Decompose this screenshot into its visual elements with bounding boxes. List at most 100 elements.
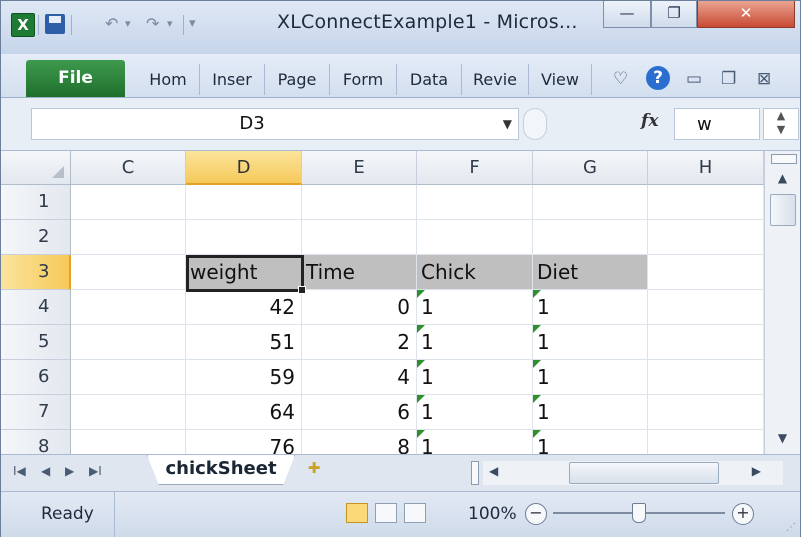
close-button[interactable]: ✕ bbox=[697, 1, 795, 28]
redo-icon[interactable]: ↷ bbox=[146, 13, 159, 35]
cell[interactable] bbox=[71, 220, 186, 255]
column-header-f[interactable]: F bbox=[417, 151, 533, 185]
minimize-ribbon-icon[interactable]: ♡ bbox=[613, 64, 628, 94]
tab-page-layout[interactable]: Page bbox=[265, 64, 330, 95]
customize-quick-access-icon[interactable]: ▾ bbox=[189, 13, 196, 35]
cell-weight[interactable]: 76 bbox=[186, 430, 302, 454]
header-cell-diet[interactable]: Diet bbox=[533, 255, 648, 290]
formula-bar-splitter[interactable] bbox=[523, 108, 547, 140]
formula-input[interactable]: w bbox=[674, 108, 760, 140]
undo-icon[interactable]: ↶ bbox=[105, 13, 118, 35]
cell-time[interactable]: 4 bbox=[302, 360, 417, 395]
cell[interactable] bbox=[71, 325, 186, 360]
cell[interactable] bbox=[533, 185, 648, 220]
zoom-out-icon[interactable]: − bbox=[525, 503, 547, 525]
tab-view[interactable]: View bbox=[529, 64, 592, 95]
column-header-c[interactable]: C bbox=[71, 151, 186, 185]
cell[interactable] bbox=[417, 220, 533, 255]
cell-chick[interactable]: 1 bbox=[417, 290, 533, 325]
cell[interactable] bbox=[186, 220, 302, 255]
tab-review[interactable]: Revie bbox=[462, 64, 529, 95]
row-header-6[interactable]: 6 bbox=[1, 360, 71, 395]
sheet-tab-active[interactable]: chickSheet bbox=[147, 455, 295, 485]
redo-dropdown-icon[interactable]: ▾ bbox=[167, 13, 173, 35]
row-header-5[interactable]: 5 bbox=[1, 325, 71, 360]
cell[interactable] bbox=[302, 185, 417, 220]
zoom-slider-thumb[interactable] bbox=[632, 503, 646, 523]
cell-time[interactable]: 8 bbox=[302, 430, 417, 454]
row-header-4[interactable]: 4 bbox=[1, 290, 71, 325]
tab-insert[interactable]: Inser bbox=[200, 64, 265, 95]
formula-bar-expand-icon[interactable]: ▲ ▼ bbox=[763, 108, 799, 140]
header-cell-chick[interactable]: Chick bbox=[417, 255, 533, 290]
row-header-1[interactable]: 1 bbox=[1, 185, 71, 220]
cell-diet[interactable]: 1 bbox=[533, 360, 648, 395]
cell[interactable] bbox=[648, 185, 764, 220]
cell-time[interactable]: 2 bbox=[302, 325, 417, 360]
cell[interactable] bbox=[648, 255, 764, 290]
split-box[interactable] bbox=[771, 154, 797, 164]
cell-weight[interactable]: 64 bbox=[186, 395, 302, 430]
page-layout-view-icon[interactable] bbox=[375, 503, 397, 523]
cell[interactable] bbox=[302, 220, 417, 255]
cell[interactable] bbox=[186, 185, 302, 220]
vertical-scroll-thumb[interactable] bbox=[770, 194, 796, 226]
tab-home[interactable]: Hom bbox=[137, 64, 200, 95]
scroll-right-icon[interactable]: ▶ bbox=[752, 464, 761, 478]
cell-time[interactable]: 6 bbox=[302, 395, 417, 430]
workbook-close-icon[interactable]: ⊠ bbox=[757, 64, 771, 94]
minimize-button[interactable]: — bbox=[603, 1, 651, 28]
cell[interactable] bbox=[648, 360, 764, 395]
cell[interactable] bbox=[71, 255, 186, 290]
cell[interactable] bbox=[71, 185, 186, 220]
restore-button[interactable]: ❐ bbox=[651, 1, 697, 28]
cell[interactable] bbox=[533, 220, 648, 255]
resize-grip-icon[interactable]: ⋰ bbox=[786, 522, 796, 533]
cell[interactable] bbox=[71, 360, 186, 395]
cell-diet[interactable]: 1 bbox=[533, 290, 648, 325]
vertical-scrollbar[interactable]: ▲ ▼ bbox=[764, 151, 800, 454]
scroll-down-icon[interactable]: ▼ bbox=[765, 431, 800, 445]
cell-chick[interactable]: 1 bbox=[417, 360, 533, 395]
cell-time[interactable]: 0 bbox=[302, 290, 417, 325]
cell-diet[interactable]: 1 bbox=[533, 395, 648, 430]
header-cell-time[interactable]: Time bbox=[302, 255, 417, 290]
cell-chick[interactable]: 1 bbox=[417, 430, 533, 454]
tab-split-handle[interactable] bbox=[471, 461, 479, 485]
cell[interactable] bbox=[71, 430, 186, 454]
active-cell-cursor[interactable] bbox=[186, 255, 306, 294]
column-header-g[interactable]: G bbox=[533, 151, 648, 185]
tab-formulas[interactable]: Form bbox=[330, 64, 397, 95]
workbook-restore-icon[interactable]: ❐ bbox=[721, 64, 736, 94]
cell[interactable] bbox=[71, 290, 186, 325]
row-header-2[interactable]: 2 bbox=[1, 220, 71, 255]
help-icon[interactable]: ? bbox=[646, 66, 670, 90]
cell[interactable] bbox=[648, 325, 764, 360]
row-header-7[interactable]: 7 bbox=[1, 395, 71, 430]
tab-data[interactable]: Data bbox=[397, 64, 462, 95]
insert-sheet-icon[interactable]: ✚ bbox=[297, 459, 331, 483]
cell-weight[interactable]: 42 bbox=[186, 290, 302, 325]
column-header-h[interactable]: H bbox=[648, 151, 764, 185]
save-icon[interactable] bbox=[45, 14, 65, 34]
name-box-dropdown-icon[interactable]: ▼ bbox=[503, 117, 512, 131]
cell[interactable] bbox=[648, 430, 764, 454]
cell[interactable] bbox=[648, 290, 764, 325]
cell[interactable] bbox=[417, 185, 533, 220]
cell-chick[interactable]: 1 bbox=[417, 325, 533, 360]
name-box[interactable]: D3 ▼ bbox=[31, 108, 519, 140]
column-header-e[interactable]: E bbox=[302, 151, 417, 185]
workbook-minimize-icon[interactable]: ▭ bbox=[686, 64, 702, 94]
insert-function-icon[interactable]: fx bbox=[641, 111, 658, 131]
cell[interactable] bbox=[71, 395, 186, 430]
excel-app-icon[interactable]: X bbox=[11, 13, 35, 37]
cell-chick[interactable]: 1 bbox=[417, 395, 533, 430]
horizontal-scrollbar[interactable]: ◀ ▶ bbox=[483, 461, 783, 485]
cell-diet[interactable]: 1 bbox=[533, 325, 648, 360]
undo-dropdown-icon[interactable]: ▾ bbox=[125, 13, 131, 35]
cell-weight[interactable]: 51 bbox=[186, 325, 302, 360]
prev-sheet-icon[interactable]: ◀ bbox=[41, 464, 50, 478]
last-sheet-icon[interactable]: ▶I bbox=[89, 464, 102, 478]
cell-diet[interactable]: 1 bbox=[533, 430, 648, 454]
column-header-d[interactable]: D bbox=[186, 151, 302, 185]
